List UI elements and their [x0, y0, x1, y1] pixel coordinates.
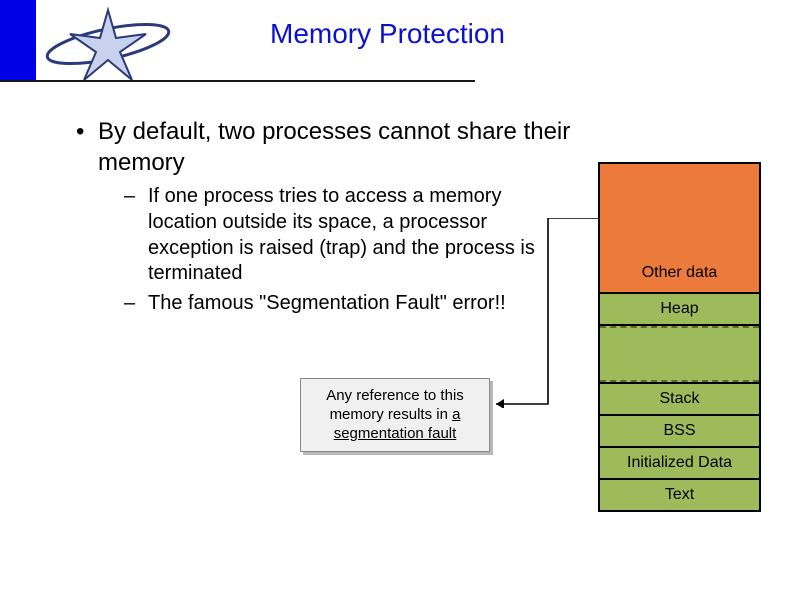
dash-icon: –	[124, 184, 148, 286]
segment-stack: Stack	[600, 382, 759, 414]
segment-gap	[600, 324, 759, 382]
bullet-main-text: By default, two processes cannot share t…	[98, 116, 596, 178]
slide-title: Memory Protection	[270, 18, 505, 50]
note-line-2: memory results in a	[311, 406, 479, 425]
bullet-sub-2-text: The famous "Segmentation Fault" error!!	[148, 291, 506, 317]
segment-text: Text	[600, 478, 759, 510]
segment-init-data: Initialized Data	[600, 446, 759, 478]
dashed-divider-icon	[600, 380, 759, 382]
header-accent	[0, 0, 36, 80]
slide-body: • By default, two processes cannot share…	[76, 116, 596, 320]
slide-header: Memory Protection	[0, 0, 794, 92]
note-line-1: Any reference to this	[311, 387, 479, 406]
segment-heap: Heap	[600, 292, 759, 324]
bullet-sub-1: – If one process tries to access a memor…	[124, 184, 552, 286]
header-underline	[0, 80, 475, 82]
bullet-main: • By default, two processes cannot share…	[76, 116, 596, 178]
dash-icon: –	[124, 291, 148, 317]
segment-bss: BSS	[600, 414, 759, 446]
bullet-dot-icon: •	[76, 116, 98, 147]
segfault-note: Any reference to this memory results in …	[300, 378, 490, 452]
star-orbit-logo-icon	[38, 4, 178, 84]
memory-layout-diagram: Other data Heap Stack BSS Initialized Da…	[598, 162, 761, 512]
segment-other-data: Other data	[600, 164, 759, 292]
dashed-divider-icon	[600, 326, 759, 328]
bullet-sub-2: – The famous "Segmentation Fault" error!…	[124, 291, 552, 317]
note-line-3: segmentation fault	[311, 425, 479, 444]
bullet-sub-1-text: If one process tries to access a memory …	[148, 184, 552, 286]
